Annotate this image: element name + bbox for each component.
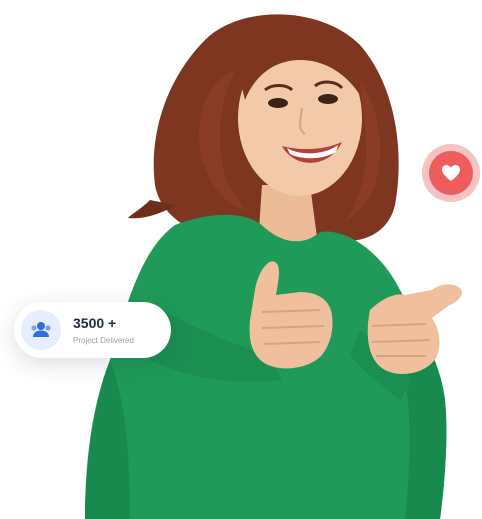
stat-icon-wrapper [21,310,61,350]
heart-icon [442,165,460,181]
stat-value: 3500 + [73,314,117,331]
stat-text: 3500 + Project Delivered [73,314,134,347]
heart-badge-inner [429,151,473,195]
hero-stage: 3500 + Project Delivered [0,0,482,519]
stat-label: Project Delivered [73,335,134,345]
projects-delivered-card: 3500 + Project Delivered [14,302,171,358]
woman-thumbs-up-photo [85,14,463,519]
users-icon [31,322,51,337]
heart-badge[interactable] [422,144,480,202]
